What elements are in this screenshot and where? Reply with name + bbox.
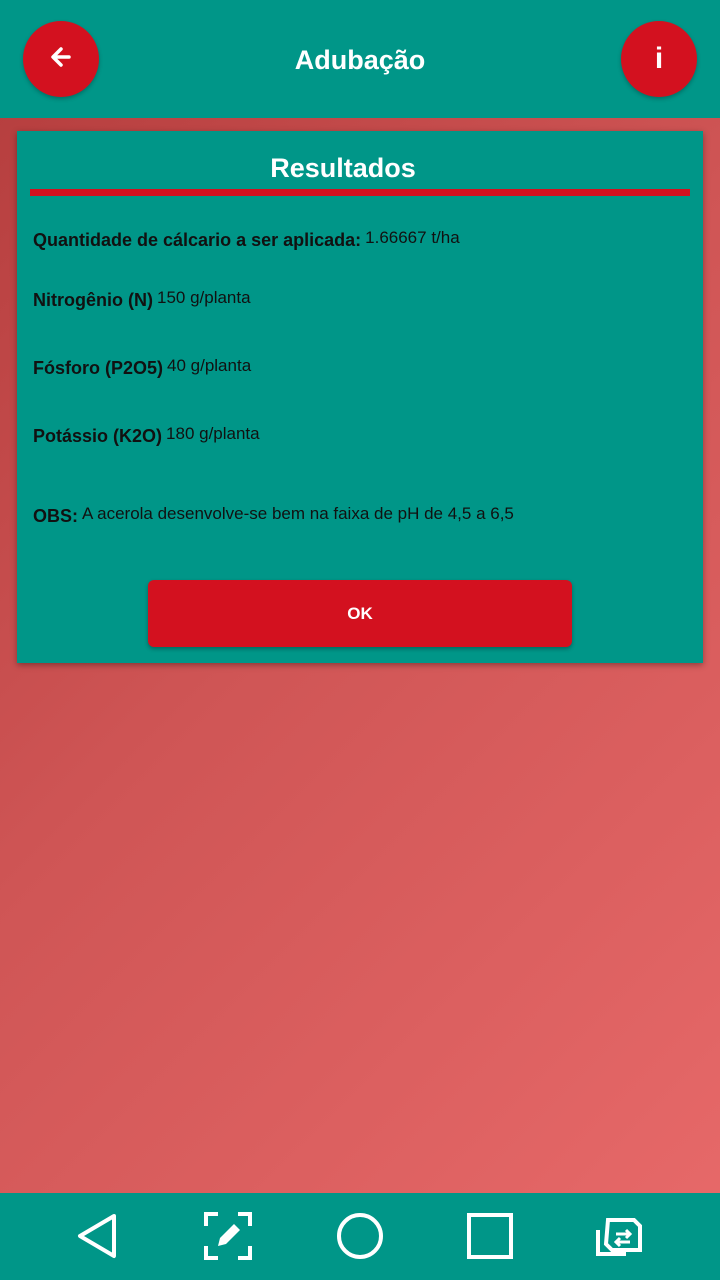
recents-square-icon[interactable] [464,1210,516,1262]
card-divider [30,189,690,196]
card-title: Resultados [270,153,416,183]
row-limestone: Quantidade de cálcario a ser aplicada: 1.… [33,228,460,253]
row-value: 150 g/planta [156,288,251,307]
row-label: OBS: [33,506,78,526]
row-phosphorus: Fósforo (P2O5) 40 g/planta [33,356,251,381]
row-label: Fósforo (P2O5) [33,358,164,378]
row-label: Nitrogênio (N) [33,290,153,310]
ok-button[interactable]: OK [148,580,572,647]
row-potassium: Potássio (K2O) 180 g/planta [33,424,260,449]
row-value: 180 g/planta [166,424,260,443]
row-obs: OBS: A acerola desenvolve-se bem na faixa… [33,504,514,529]
row-nitrogen: Nitrogênio (N) 150 g/planta [33,288,251,313]
row-value: 40 g/planta [167,356,252,375]
screenshot-icon[interactable] [202,1210,254,1262]
row-label: Potássio (K2O) [33,426,163,446]
back-triangle-icon[interactable] [72,1210,124,1262]
info-button[interactable]: i [621,21,697,97]
row-value: 1.66667 t/ha [365,228,460,247]
switch-icon[interactable] [594,1210,646,1262]
page-title: Adubação [294,45,426,75]
home-circle-icon[interactable] [334,1210,386,1262]
row-label: Quantidade de cálcario a ser aplicada: [33,230,362,250]
row-value: A acerola desenvolve-se bem na faixa de … [82,504,514,523]
